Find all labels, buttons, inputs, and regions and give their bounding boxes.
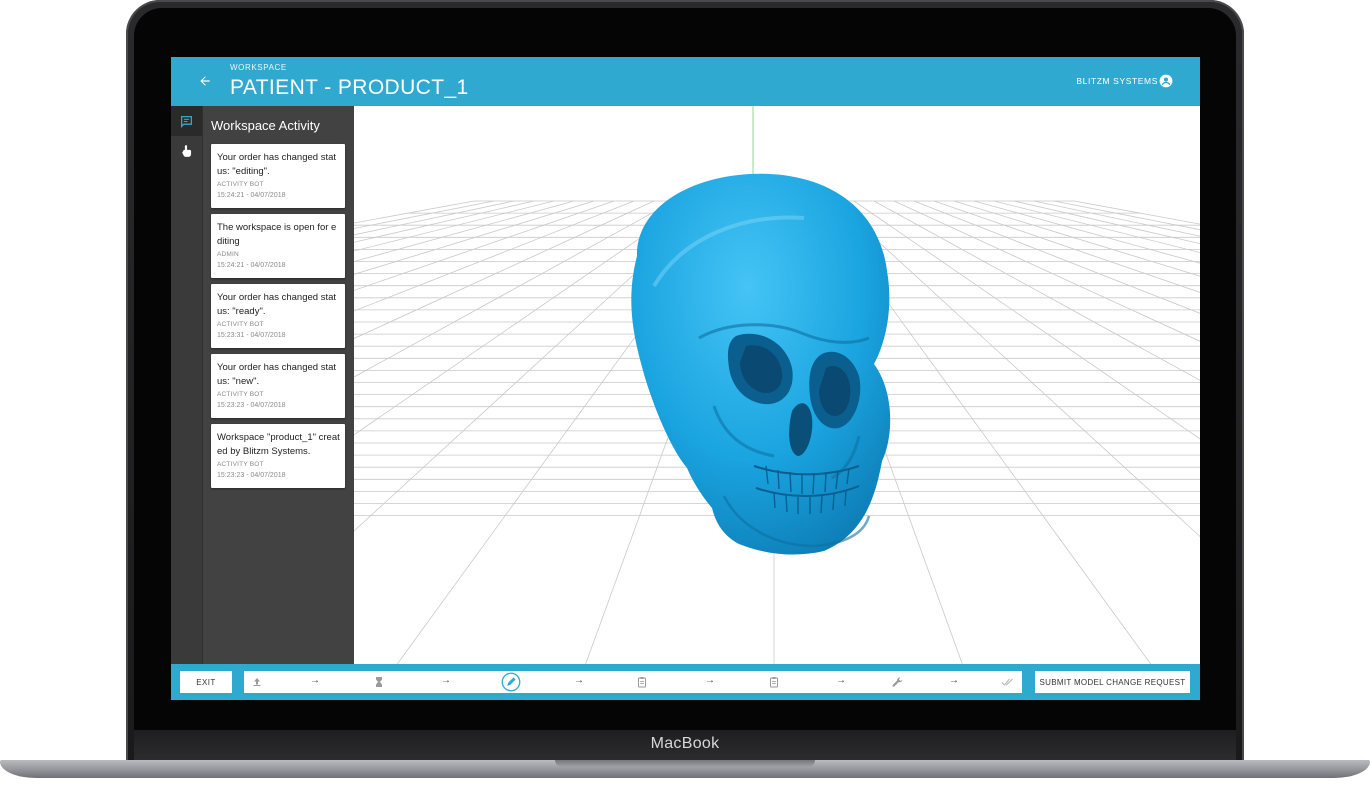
activity-author: ACTIVITY BOT bbox=[217, 461, 264, 468]
step-upload[interactable] bbox=[249, 674, 265, 690]
step-approve[interactable] bbox=[766, 674, 782, 690]
account-circle-icon[interactable] bbox=[1159, 74, 1173, 88]
skull-model bbox=[631, 173, 891, 555]
workflow-toolbar: EXIT → → → → → → SUBMIT MODEL CHANGE REQ… bbox=[171, 664, 1200, 700]
back-button[interactable] bbox=[195, 71, 215, 91]
step-review[interactable] bbox=[634, 674, 650, 690]
activity-message: Your order has changed status: "ready". bbox=[217, 292, 337, 317]
scene-canvas bbox=[171, 106, 1200, 675]
activity-card: Workspace "product_1" created by Blitzm … bbox=[211, 424, 345, 488]
step-arrow: → bbox=[310, 675, 320, 686]
activity-time: 15:23:23 - 04/07/2018 bbox=[217, 402, 286, 409]
activity-message: Workspace "product_1" created by Blitzm … bbox=[217, 432, 340, 457]
double-check-icon bbox=[1001, 678, 1013, 686]
tab-activity[interactable] bbox=[171, 106, 202, 136]
laptop-notch bbox=[555, 760, 815, 767]
touch-icon bbox=[182, 145, 192, 157]
model-viewport[interactable] bbox=[171, 106, 1200, 675]
wrench-icon bbox=[892, 677, 902, 687]
chat-icon bbox=[180, 115, 193, 128]
sidebar-rail bbox=[171, 106, 202, 664]
app-header: WORKSPACE PATIENT - PRODUCT_1 BLITZM SYS… bbox=[171, 57, 1200, 106]
activity-card: Your order has changed status: "ready". … bbox=[211, 284, 345, 348]
device-label: MacBook bbox=[650, 735, 720, 752]
activity-message: Your order has changed status: "editing"… bbox=[217, 152, 337, 177]
step-arrow: → bbox=[441, 675, 451, 686]
step-arrow: → bbox=[705, 675, 715, 686]
activity-time: 15:24:21 - 04/07/2018 bbox=[217, 262, 286, 269]
step-arrow: → bbox=[836, 675, 846, 686]
step-edit[interactable] bbox=[501, 672, 521, 692]
activity-author: ADMIN bbox=[217, 251, 239, 258]
exit-button[interactable]: EXIT bbox=[180, 671, 232, 693]
step-waiting[interactable] bbox=[371, 674, 387, 690]
activity-time: 15:23:23 - 04/07/2018 bbox=[217, 472, 286, 479]
step-arrow: → bbox=[574, 675, 584, 686]
activity-author: ACTIVITY BOT bbox=[217, 181, 264, 188]
activity-panel: Workspace Activity Your order has change… bbox=[202, 106, 355, 664]
activity-card: Your order has changed status: "editing"… bbox=[211, 144, 345, 208]
step-manufacture[interactable] bbox=[889, 674, 905, 690]
submit-change-request-button[interactable]: SUBMIT MODEL CHANGE REQUEST bbox=[1035, 671, 1190, 693]
company-name: BLITZM SYSTEMS bbox=[1076, 76, 1158, 86]
clipboard-icon bbox=[770, 677, 778, 688]
activity-message: Your order has changed status: "new". bbox=[217, 362, 337, 387]
upload-icon bbox=[253, 678, 261, 686]
clipboard-icon bbox=[638, 677, 646, 688]
hourglass-icon bbox=[376, 677, 382, 687]
activity-time: 15:23:31 - 04/07/2018 bbox=[217, 332, 286, 339]
tab-interactions[interactable] bbox=[171, 136, 202, 166]
step-arrow: → bbox=[949, 675, 959, 686]
workflow-steps: → → → → → → bbox=[244, 671, 1022, 693]
activity-author: ACTIVITY BOT bbox=[217, 321, 264, 328]
activity-card: The workspace is open for editing ADMIN … bbox=[211, 214, 345, 278]
activity-message: The workspace is open for editing bbox=[217, 222, 337, 247]
arrow-back-icon bbox=[200, 76, 210, 86]
edit-icon bbox=[501, 672, 521, 692]
activity-author: ACTIVITY BOT bbox=[217, 391, 264, 398]
activity-card: Your order has changed status: "new". AC… bbox=[211, 354, 345, 418]
page-title: PATIENT - PRODUCT_1 bbox=[230, 76, 469, 99]
app-screen: WORKSPACE PATIENT - PRODUCT_1 BLITZM SYS… bbox=[171, 57, 1200, 700]
panel-title: Workspace Activity bbox=[211, 118, 320, 133]
activity-time: 15:24:21 - 04/07/2018 bbox=[217, 192, 286, 199]
workspace-kicker: WORKSPACE bbox=[230, 63, 287, 72]
step-complete[interactable] bbox=[1000, 674, 1016, 690]
